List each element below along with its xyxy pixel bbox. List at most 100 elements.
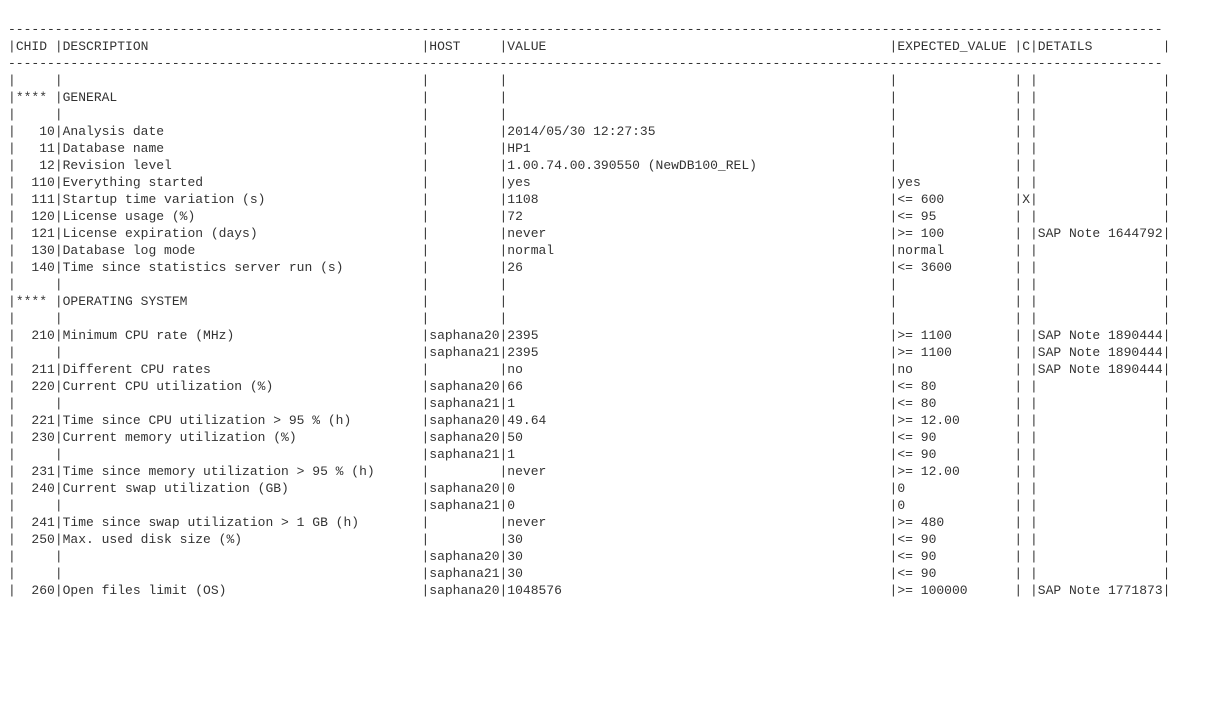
column-separator: | — [890, 39, 898, 54]
column-separator: | — [1030, 447, 1038, 462]
cell-exp — [897, 123, 1014, 140]
cell-det: SAP Note 1890444 — [1038, 361, 1163, 378]
column-separator: | — [890, 328, 898, 343]
column-separator: | — [1030, 549, 1038, 564]
cell-det — [1038, 378, 1163, 395]
column-separator: | — [55, 209, 63, 224]
cell-c — [1022, 89, 1030, 106]
cell-det — [1038, 412, 1163, 429]
cell-value — [507, 89, 889, 106]
column-separator: | — [1014, 379, 1022, 394]
column-separator: | — [1014, 192, 1022, 207]
column-separator: | — [890, 532, 898, 547]
report-output: ----------------------------------------… — [8, 21, 1204, 599]
cell-host: saphana20 — [429, 378, 499, 395]
column-separator: | — [55, 73, 63, 88]
cell-exp — [897, 106, 1014, 123]
column-separator: | — [1163, 73, 1171, 88]
data-row: | 231|Time since memory utilization > 95… — [8, 463, 1204, 480]
column-separator: | — [499, 39, 507, 54]
cell-exp: >= 1100 — [897, 344, 1014, 361]
cell-chid: 10 — [16, 123, 55, 140]
separator-line: ----------------------------------------… — [8, 21, 1204, 38]
column-separator: | — [1163, 566, 1171, 581]
column-separator: | — [499, 413, 507, 428]
cell-det: SAP Note 1890444 — [1038, 344, 1163, 361]
cell-chid: 250 — [16, 531, 55, 548]
cell-exp: 0 — [897, 497, 1014, 514]
column-separator: | — [499, 141, 507, 156]
column-separator: | — [499, 226, 507, 241]
column-separator: | — [1030, 566, 1038, 581]
column-separator: | — [1014, 464, 1022, 479]
column-separator: | — [55, 447, 63, 462]
cell-desc: Database name — [63, 140, 422, 157]
column-separator: | — [1014, 413, 1022, 428]
column-separator: | — [421, 362, 429, 377]
header-exp: EXPECTED_VALUE — [897, 38, 1014, 55]
cell-det — [1038, 548, 1163, 565]
cell-det — [1038, 463, 1163, 480]
data-row: | 230|Current memory utilization (%) |sa… — [8, 429, 1204, 446]
column-separator: | — [1163, 277, 1171, 292]
cell-desc: Startup time variation (s) — [63, 191, 422, 208]
cell-value: 72 — [507, 208, 889, 225]
blank-row: | | | | | | | | — [8, 72, 1204, 89]
column-separator: | — [1030, 294, 1038, 309]
cell-chid: 140 — [16, 259, 55, 276]
column-separator: | — [421, 243, 429, 258]
cell-chid — [16, 565, 55, 582]
column-separator: | — [421, 549, 429, 564]
column-separator: | — [421, 90, 429, 105]
column-separator: | — [1163, 107, 1171, 122]
cell-exp: <= 600 — [897, 191, 1014, 208]
cell-value — [507, 293, 889, 310]
column-separator: | — [8, 209, 16, 224]
column-separator: | — [8, 464, 16, 479]
column-separator: | — [499, 124, 507, 139]
cell-det — [1038, 480, 1163, 497]
column-separator: | — [1014, 328, 1022, 343]
column-separator: | — [55, 413, 63, 428]
cell-det — [1038, 446, 1163, 463]
column-separator: | — [1014, 396, 1022, 411]
cell-value: 1 — [507, 395, 889, 412]
column-separator: | — [8, 362, 16, 377]
column-separator: | — [1163, 175, 1171, 190]
column-separator: | — [421, 379, 429, 394]
column-separator: | — [421, 413, 429, 428]
cell-value: 1.00.74.00.390550 (NewDB100_REL) — [507, 157, 889, 174]
column-separator: | — [8, 549, 16, 564]
column-separator: | — [8, 566, 16, 581]
column-separator: | — [1163, 481, 1171, 496]
cell-desc: Time since statistics server run (s) — [63, 259, 422, 276]
cell-desc: OPERATING SYSTEM — [63, 293, 422, 310]
cell-desc — [63, 395, 422, 412]
column-separator: | — [421, 73, 429, 88]
cell-det — [1038, 395, 1163, 412]
column-separator: | — [1014, 175, 1022, 190]
cell-c: X — [1022, 191, 1030, 208]
column-separator: | — [1163, 311, 1171, 326]
column-separator: | — [890, 226, 898, 241]
cell-host — [429, 531, 499, 548]
column-separator: | — [55, 345, 63, 360]
cell-value: never — [507, 225, 889, 242]
column-separator: | — [1163, 362, 1171, 377]
column-separator: | — [55, 583, 63, 598]
cell-chid — [16, 497, 55, 514]
cell-chid: **** — [16, 293, 55, 310]
column-separator: | — [890, 192, 898, 207]
column-separator: | — [421, 464, 429, 479]
cell-value: 30 — [507, 548, 889, 565]
data-row: | 120|License usage (%) | |72 |<= 95 | |… — [8, 208, 1204, 225]
cell-det — [1038, 140, 1163, 157]
column-separator: | — [1030, 209, 1038, 224]
cell-desc — [63, 310, 422, 327]
column-separator: | — [8, 583, 16, 598]
column-separator: | — [1030, 362, 1038, 377]
column-separator: | — [8, 532, 16, 547]
column-separator: | — [499, 379, 507, 394]
cell-det — [1038, 123, 1163, 140]
column-separator: | — [499, 294, 507, 309]
